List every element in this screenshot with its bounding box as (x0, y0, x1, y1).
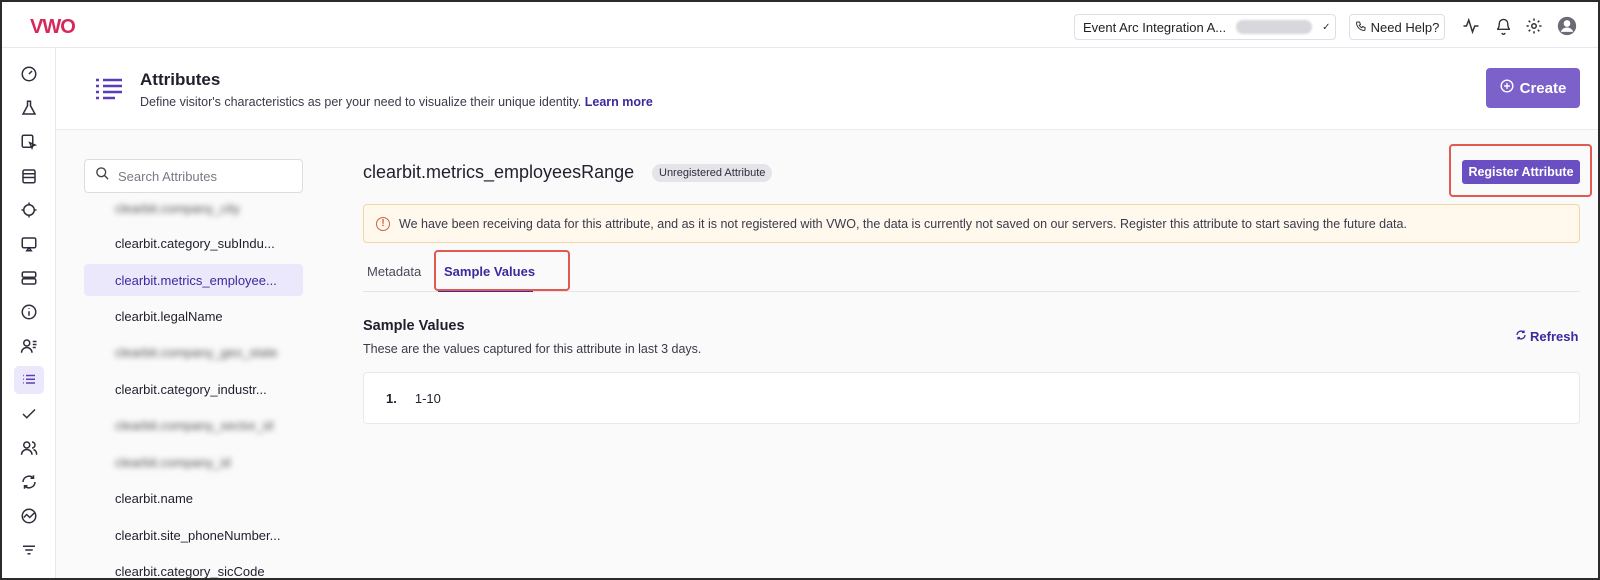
page-title: Attributes (140, 70, 221, 89)
list-item[interactable]: clearbit.company_geo_state (84, 336, 303, 368)
list-item[interactable]: clearbit.category_sicCode (84, 555, 303, 579)
section-title: Sample Values (363, 318, 465, 334)
active-tab-underline (438, 290, 533, 292)
detail-tabs: Metadata Sample Values (363, 260, 1580, 292)
need-help-button[interactable]: Need Help? (1349, 14, 1445, 40)
register-attribute-button[interactable]: Register Attribute (1462, 160, 1580, 184)
logo-text: VWO (30, 16, 76, 38)
top-bar: VWO Event Arc Integration A... ✓ Need He… (2, 2, 1598, 48)
sample-value-row: 1. 1-10 (386, 391, 441, 406)
attribute-list: clearbit.company_city clearbit.category_… (84, 198, 303, 579)
gear-icon[interactable] (1523, 15, 1545, 37)
chart-icon[interactable] (14, 502, 44, 530)
warning-banner: ! We have been receiving data for this a… (363, 204, 1580, 243)
dashboard-icon[interactable] (14, 60, 44, 88)
vwo-logo[interactable]: VWO (30, 16, 76, 39)
server-icon[interactable] (14, 264, 44, 292)
search-icon (95, 166, 110, 186)
account-label: Event Arc Integration A... (1083, 19, 1227, 35)
check-icon[interactable] (14, 400, 44, 428)
users-icon[interactable] (14, 434, 44, 462)
phone-icon (1355, 20, 1367, 35)
chevron-down-icon: ✓ (1322, 21, 1331, 33)
account-id-redacted (1236, 20, 1313, 34)
page-description: Define visitor's characteristics as per … (140, 95, 653, 109)
value-index: 1. (386, 391, 397, 406)
filter-icon[interactable] (14, 536, 44, 564)
create-button[interactable]: Create (1486, 68, 1580, 108)
value-text: 1-10 (414, 391, 441, 406)
bell-icon[interactable] (1492, 15, 1514, 37)
list-item[interactable]: clearbit.category_industr... (84, 373, 303, 405)
list-item[interactable]: clearbit.company_id (84, 446, 303, 478)
sample-values-box: 1. 1-10 (363, 372, 1580, 424)
search-attributes-box[interactable] (84, 159, 303, 193)
list-item[interactable]: clearbit.company_sector_id (84, 409, 303, 441)
refresh-button[interactable]: Refresh (1515, 329, 1578, 344)
refresh-label: Refresh (1530, 329, 1579, 344)
left-navigation-rail (2, 48, 56, 578)
edit-cursor-icon[interactable] (14, 128, 44, 156)
info-icon[interactable] (14, 298, 44, 326)
learn-more-link[interactable]: Learn more (585, 95, 653, 109)
list-item[interactable]: clearbit.legalName (84, 300, 303, 332)
list-item[interactable]: clearbit.category_subIndu... (84, 227, 303, 259)
list-item[interactable]: clearbit.site_phoneNumber... (84, 519, 303, 551)
account-selector[interactable]: Event Arc Integration A... ✓ (1074, 14, 1336, 40)
user-avatar-icon[interactable] (1556, 15, 1578, 37)
target-icon[interactable] (14, 196, 44, 224)
attribute-name: clearbit.metrics_employeesRange (363, 162, 635, 182)
flask-icon[interactable] (14, 94, 44, 122)
attributes-list-icon[interactable] (14, 366, 44, 394)
help-label: Need Help? (1370, 19, 1440, 35)
activity-icon[interactable] (1460, 15, 1482, 37)
users-list-icon[interactable] (14, 332, 44, 360)
attributes-list-icon (94, 76, 122, 100)
search-input[interactable] (118, 168, 288, 184)
page-description-text: Define visitor's characteristics as per … (140, 95, 582, 109)
list-item[interactable]: clearbit.name (84, 482, 303, 514)
warning-icon: ! (376, 216, 390, 231)
tab-metadata[interactable]: Metadata (367, 264, 421, 279)
page-header: Attributes Define visitor's characterist… (56, 48, 1598, 130)
tab-sample-values[interactable]: Sample Values (444, 264, 535, 279)
create-label: Create (1519, 79, 1567, 97)
section-description: These are the values captured for this a… (363, 342, 702, 356)
sync-icon[interactable] (14, 468, 44, 496)
calendar-icon[interactable] (14, 162, 44, 190)
refresh-icon (1515, 329, 1527, 344)
warning-text: We have been receiving data for this att… (399, 216, 1407, 231)
plus-circle-icon (1500, 79, 1514, 97)
screen-icon[interactable] (14, 230, 44, 258)
list-item-selected[interactable]: clearbit.metrics_employee... (84, 264, 303, 296)
app-frame: VWO Event Arc Integration A... ✓ Need He… (0, 0, 1600, 580)
list-item[interactable]: clearbit.company_city (84, 198, 303, 224)
status-badge: Unregistered Attribute (652, 164, 773, 182)
